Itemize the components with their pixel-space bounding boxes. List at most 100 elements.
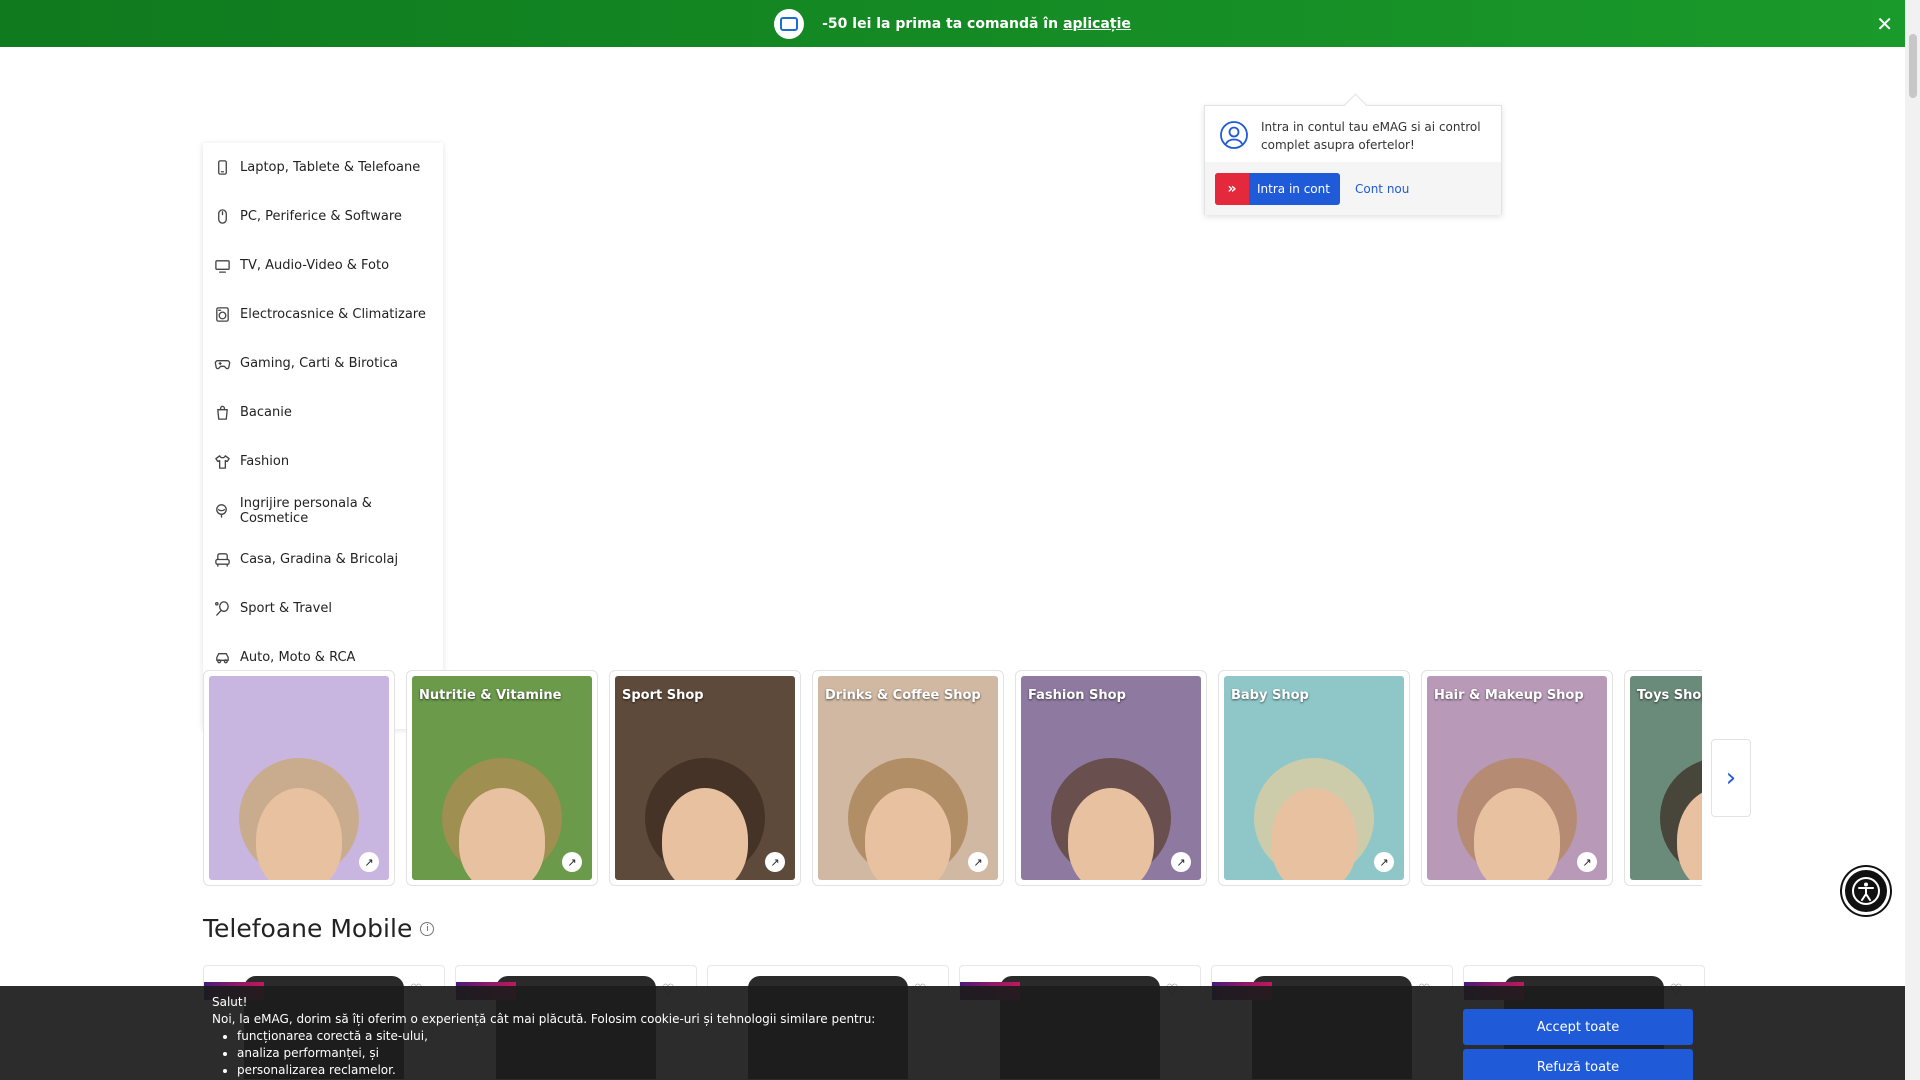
- gamepad-icon: [213, 355, 231, 373]
- shop-image: Nutritie & Vitamine ↗: [412, 676, 592, 880]
- refuse-all-button[interactable]: Refuză toate: [1463, 1049, 1693, 1080]
- account-message: Intra in contul tau eMAG si ai control c…: [1261, 120, 1481, 152]
- phone-icon: [213, 159, 231, 177]
- promo-banner[interactable]: -50 lei la prima ta comandă în aplicație…: [0, 0, 1905, 47]
- beauty-icon: [213, 502, 231, 520]
- shop-name: Hair & Makeup Shop: [1434, 688, 1584, 703]
- arrow-up-right-icon: ↗: [1374, 852, 1394, 872]
- category-label: Casa, Gradina & Bricolaj: [240, 552, 399, 567]
- car-icon: [213, 649, 231, 667]
- armchair-icon: [213, 551, 231, 569]
- shop-tile[interactable]: Drinks & Coffee Shop ↗: [812, 670, 1004, 886]
- cookie-text: Salut! Noi, la eMAG, dorim să îți oferim…: [212, 994, 875, 1079]
- category-item[interactable]: Gaming, Carti & Birotica: [203, 339, 443, 388]
- shop-tile[interactable]: Nutritie & Vitamine ↗: [406, 670, 598, 886]
- shop-name: Fashion Shop: [1028, 688, 1126, 703]
- login-button[interactable]: » Intra in cont: [1215, 172, 1340, 205]
- category-label: Fashion: [240, 454, 290, 469]
- account-popover: Intra in contul tau eMAG si ai control c…: [1204, 105, 1502, 215]
- shop-image-face: [1474, 788, 1560, 880]
- info-icon[interactable]: i: [420, 921, 435, 936]
- double-chevron-icon: »: [1215, 172, 1249, 205]
- emag-app-icon: [774, 8, 805, 39]
- arrow-up-right-icon: ↗: [1171, 852, 1191, 872]
- arrow-up-right-icon: ↗: [765, 852, 785, 872]
- cookie-list: funcționarea corectă a site-ului, analiz…: [212, 1028, 875, 1079]
- bag-icon: [213, 404, 231, 422]
- shop-image-face: [256, 788, 342, 880]
- category-label: Gaming, Carti & Birotica: [240, 356, 398, 371]
- shop-tile[interactable]: ↗: [203, 670, 395, 886]
- chevron-right-icon: ›: [1725, 763, 1737, 793]
- close-icon[interactable]: ✕: [1876, 12, 1893, 36]
- cookie-item: analiza performanței, și: [237, 1045, 875, 1062]
- shop-image: Hair & Makeup Shop ↗: [1427, 676, 1607, 880]
- arrow-up-right-icon: ↗: [359, 852, 379, 872]
- shop-tile[interactable]: Baby Shop ↗: [1218, 670, 1410, 886]
- accept-all-button[interactable]: Accept toate: [1463, 1009, 1693, 1045]
- promo-text: -50 lei la prima ta comandă în: [822, 15, 1059, 32]
- shop-name: Nutritie & Vitamine: [419, 688, 562, 703]
- scrollbar-thumb[interactable]: [1909, 34, 1917, 98]
- login-label: Intra in cont: [1257, 181, 1330, 196]
- category-item[interactable]: PC, Periferice & Software: [203, 192, 443, 241]
- cookie-item: personalizarea reclamelor.: [237, 1062, 875, 1079]
- shop-image-face: [865, 788, 951, 880]
- shop-tile[interactable]: Toys Shop↗: [1624, 670, 1702, 886]
- page-scrollbar[interactable]: [1905, 0, 1920, 1080]
- new-account-link[interactable]: Cont nou: [1355, 182, 1409, 196]
- category-label: PC, Periferice & Software: [240, 209, 402, 224]
- arrow-up-right-icon: ↗: [562, 852, 582, 872]
- shop-tile[interactable]: Hair & Makeup Shop ↗: [1421, 670, 1613, 886]
- shop-tile[interactable]: Sport Shop ↗: [609, 670, 801, 886]
- cookie-item: funcționarea corectă a site-ului,: [237, 1028, 875, 1045]
- shop-image-face: [1271, 788, 1357, 880]
- category-item[interactable]: Laptop, Tablete & Telefoane: [203, 143, 443, 192]
- shop-image: Toys Shop↗: [1630, 676, 1702, 880]
- category-item[interactable]: Bacanie: [203, 388, 443, 437]
- category-label: Bacanie: [240, 405, 292, 420]
- category-item[interactable]: Casa, Gradina & Bricolaj: [203, 535, 443, 584]
- cookie-greeting: Salut!: [212, 995, 248, 1009]
- shop-image-face: [1068, 788, 1154, 880]
- category-label: Ingrijire personala & Cosmetice: [239, 495, 372, 526]
- shop-tile[interactable]: Fashion Shop ↗: [1015, 670, 1207, 886]
- accessibility-icon: [1852, 877, 1880, 905]
- arrow-up-right-icon: ↗: [1577, 852, 1597, 872]
- category-label: Sport & Travel: [240, 601, 332, 616]
- section-title: Telefoane Mobile i: [203, 914, 435, 943]
- carousel-next-button[interactable]: ›: [1711, 739, 1751, 817]
- shop-name: Sport Shop: [622, 688, 704, 703]
- cookie-banner: Salut! Noi, la eMAG, dorim să îți oferim…: [0, 986, 1905, 1080]
- category-label: Auto, Moto & RCA: [240, 650, 356, 665]
- shop-image: ↗: [209, 676, 389, 880]
- category-item[interactable]: Fashion: [203, 437, 443, 486]
- racket-icon: [213, 600, 231, 618]
- accessibility-button[interactable]: [1842, 867, 1890, 915]
- category-item[interactable]: Ingrijire personala & Cosmetice: [203, 486, 443, 535]
- category-item[interactable]: Sport & Travel: [203, 584, 443, 633]
- category-item[interactable]: TV, Audio-Video & Foto: [203, 241, 443, 290]
- category-menu: Laptop, Tablete & Telefoane PC, Periferic…: [203, 143, 443, 729]
- user-icon: [1220, 121, 1248, 149]
- shop-carousel: ↗ Nutritie & Vitamine ↗ Sport Shop ↗ Drinks &…: [203, 670, 1702, 886]
- mouse-icon: [213, 208, 231, 226]
- shop-image-face: [662, 788, 748, 880]
- washer-icon: [213, 306, 231, 324]
- category-label: Laptop, Tablete & Telefoane: [240, 160, 421, 175]
- shop-image: Drinks & Coffee Shop ↗: [818, 676, 998, 880]
- cookie-intro: Noi, la eMAG, dorim să îți oferim o expe…: [212, 1012, 876, 1026]
- shop-image: Fashion Shop ↗: [1021, 676, 1201, 880]
- tv-icon: [213, 257, 231, 275]
- category-item[interactable]: Electrocasnice & Climatizare: [203, 290, 443, 339]
- shop-name: Baby Shop: [1231, 688, 1309, 703]
- category-label: Electrocasnice & Climatizare: [240, 307, 426, 322]
- shop-name: Drinks & Coffee Shop: [825, 688, 981, 703]
- shop-image: Baby Shop ↗: [1224, 676, 1404, 880]
- category-label: TV, Audio-Video & Foto: [240, 258, 390, 273]
- arrow-up-right-icon: ↗: [968, 852, 988, 872]
- shop-image: Sport Shop ↗: [615, 676, 795, 880]
- section-title-text: Telefoane Mobile: [203, 914, 413, 943]
- shop-name: Toys Shop: [1637, 688, 1702, 703]
- promo-app-link[interactable]: aplicație: [1063, 16, 1131, 32]
